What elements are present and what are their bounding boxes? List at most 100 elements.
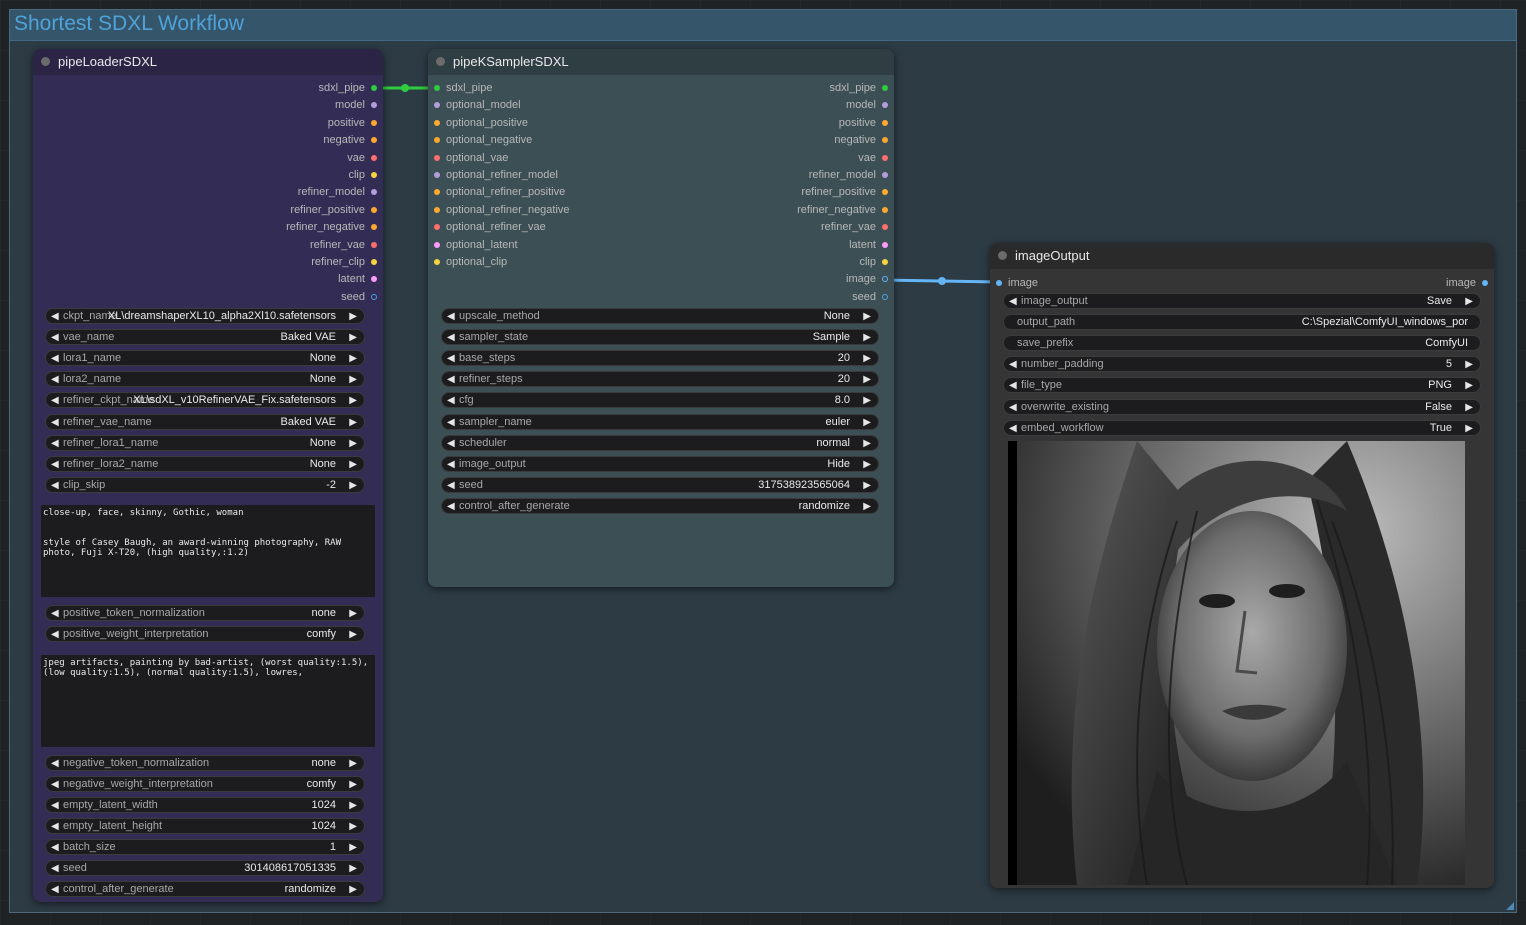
decrement-arrow-icon[interactable]: ◀ <box>51 840 59 855</box>
slot-connector-icon[interactable] <box>882 154 888 161</box>
input-slot-optional-vae[interactable]: optional_vae <box>434 150 646 167</box>
widget-lora2-name[interactable]: ◀ lora2_name None ▶ <box>45 371 365 388</box>
decrement-arrow-icon[interactable]: ◀ <box>1009 294 1017 309</box>
decrement-arrow-icon[interactable]: ◀ <box>51 436 59 451</box>
increment-arrow-icon[interactable]: ▶ <box>349 436 357 451</box>
widget-positive-weight-interpretation[interactable]: ◀ positive_weight_interpretation comfy ▶ <box>45 626 365 642</box>
output-slot-vae[interactable]: vae <box>93 150 377 167</box>
collapse-dot-icon[interactable] <box>998 251 1007 260</box>
widget-batch-size[interactable]: ◀ batch_size 1 ▶ <box>45 839 365 855</box>
increment-arrow-icon[interactable]: ▶ <box>863 499 871 514</box>
widget-positive-token-normalization[interactable]: ◀ positive_token_normalization none ▶ <box>45 605 365 621</box>
node-pipe-loader-sdxl[interactable]: pipeLoaderSDXL sdxl_pipe model positive neg… <box>33 49 383 902</box>
input-slot-sdxl-pipe[interactable]: sdxl_pipe <box>434 80 646 97</box>
decrement-arrow-icon[interactable]: ◀ <box>447 351 455 366</box>
decrement-arrow-icon[interactable]: ◀ <box>1009 400 1017 415</box>
decrement-arrow-icon[interactable]: ◀ <box>51 882 59 897</box>
output-slot-refiner-vae[interactable]: refiner_vae <box>93 237 377 254</box>
widget-image-output[interactable]: ◀ image_output Save ▶ <box>1003 293 1481 309</box>
widget-upscale-method[interactable]: ◀ upscale_method None ▶ <box>441 308 879 324</box>
output-slot-latent[interactable]: latent <box>93 271 377 288</box>
increment-arrow-icon[interactable]: ▶ <box>1465 357 1473 372</box>
slot-connector-icon[interactable] <box>882 241 888 248</box>
slot-connector-icon[interactable] <box>371 154 377 161</box>
slot-connector-icon[interactable] <box>882 85 888 91</box>
widget-refiner-vae-name[interactable]: ◀ refiner_vae_name Baked VAE ▶ <box>45 413 365 430</box>
output-slot-refiner-clip[interactable]: refiner_clip <box>93 254 377 271</box>
decrement-arrow-icon[interactable]: ◀ <box>51 777 59 792</box>
input-slot-optional-negative[interactable]: optional_negative <box>434 132 646 149</box>
output-slot-model[interactable]: model <box>93 97 377 114</box>
decrement-arrow-icon[interactable]: ◀ <box>447 330 455 345</box>
output-slot-latent[interactable]: latent <box>628 237 888 254</box>
increment-arrow-icon[interactable]: ▶ <box>1465 400 1473 415</box>
widget-control-after-generate[interactable]: ◀ control_after_generate randomize ▶ <box>45 881 365 897</box>
collapse-dot-icon[interactable] <box>436 57 445 66</box>
widget-clip-skip[interactable]: ◀ clip_skip -2 ▶ <box>45 476 365 493</box>
increment-arrow-icon[interactable]: ▶ <box>863 393 871 408</box>
widget-empty-latent-height[interactable]: ◀ empty_latent_height 1024 ▶ <box>45 818 365 834</box>
preview-image[interactable] <box>1017 441 1465 885</box>
decrement-arrow-icon[interactable]: ◀ <box>1009 357 1017 372</box>
increment-arrow-icon[interactable]: ▶ <box>863 351 871 366</box>
output-slot-refiner-negative[interactable]: refiner_negative <box>628 202 888 219</box>
output-slot-negative[interactable]: negative <box>93 132 377 149</box>
widget-seed[interactable]: ◀ seed 317538923565064 ▶ <box>441 476 879 493</box>
decrement-arrow-icon[interactable]: ◀ <box>51 415 59 430</box>
decrement-arrow-icon[interactable]: ◀ <box>447 309 455 324</box>
widget-negative-token-normalization[interactable]: ◀ negative_token_normalization none ▶ <box>45 755 365 771</box>
widget-save-prefix[interactable]: save_prefix ComfyUI <box>1003 335 1481 352</box>
slot-connector-icon[interactable] <box>434 259 440 265</box>
input-slot-optional-refiner-vae[interactable]: optional_refiner_vae <box>434 219 646 236</box>
increment-arrow-icon[interactable]: ▶ <box>863 436 871 451</box>
widget-lora1-name[interactable]: ◀ lora1_name None ▶ <box>45 350 365 367</box>
increment-arrow-icon[interactable]: ▶ <box>349 309 357 324</box>
increment-arrow-icon[interactable]: ▶ <box>863 478 871 493</box>
node-header[interactable]: pipeKSamplerSDXL <box>428 49 894 75</box>
slot-connector-icon[interactable] <box>434 172 440 178</box>
output-slot-seed[interactable]: seed <box>93 289 377 306</box>
output-slot-refiner-model[interactable]: refiner_model <box>93 184 377 201</box>
decrement-arrow-icon[interactable]: ◀ <box>1009 378 1017 393</box>
widget-vae-name[interactable]: ◀ vae_name Baked VAE ▶ <box>45 329 365 346</box>
increment-arrow-icon[interactable]: ▶ <box>349 372 357 387</box>
slot-connector-icon[interactable] <box>434 119 440 126</box>
decrement-arrow-icon[interactable]: ◀ <box>51 819 59 834</box>
output-slot-image[interactable]: image <box>628 271 888 288</box>
increment-arrow-icon[interactable]: ▶ <box>1465 421 1473 436</box>
node-header[interactable]: imageOutput <box>990 243 1494 269</box>
slot-connector-icon[interactable] <box>882 119 888 126</box>
widget-seed[interactable]: ◀ seed 301408617051335 ▶ <box>45 860 365 876</box>
output-slot-clip[interactable]: clip <box>628 254 888 271</box>
widget-output-path[interactable]: output_path C:\Spezial\ComfyUI_windows_po… <box>1003 314 1481 331</box>
slot-connector-icon[interactable] <box>882 259 888 265</box>
increment-arrow-icon[interactable]: ▶ <box>349 457 357 472</box>
decrement-arrow-icon[interactable]: ◀ <box>51 351 59 366</box>
widget-refiner-lora2-name[interactable]: ◀ refiner_lora2_name None ▶ <box>45 455 365 472</box>
decrement-arrow-icon[interactable]: ◀ <box>51 627 59 642</box>
increment-arrow-icon[interactable]: ▶ <box>349 627 357 642</box>
slot-connector-icon[interactable] <box>434 154 440 161</box>
widget-base-steps[interactable]: ◀ base_steps 20 ▶ <box>441 350 879 367</box>
increment-arrow-icon[interactable]: ▶ <box>349 478 357 493</box>
widget-refiner-ckpt-name[interactable]: ◀ refiner_ckpt_name XL\sdXL_v10RefinerVAE_… <box>45 392 365 409</box>
decrement-arrow-icon[interactable]: ◀ <box>51 457 59 472</box>
group-resize-handle[interactable] <box>1506 902 1514 910</box>
increment-arrow-icon[interactable]: ▶ <box>349 777 357 792</box>
input-slot-optional-latent[interactable]: optional_latent <box>434 237 646 254</box>
input-slot-optional-refiner-negative[interactable]: optional_refiner_negative <box>434 202 646 219</box>
widget-ckpt-name[interactable]: ◀ ckpt_name XL\dreamshaperXL10_alpha2Xl10.… <box>45 308 365 324</box>
decrement-arrow-icon[interactable]: ◀ <box>51 372 59 387</box>
slot-connector-icon[interactable] <box>371 259 377 265</box>
output-slot-clip[interactable]: clip <box>93 167 377 184</box>
decrement-arrow-icon[interactable]: ◀ <box>447 478 455 493</box>
increment-arrow-icon[interactable]: ▶ <box>863 372 871 387</box>
increment-arrow-icon[interactable]: ▶ <box>1465 378 1473 393</box>
decrement-arrow-icon[interactable]: ◀ <box>447 499 455 514</box>
increment-arrow-icon[interactable]: ▶ <box>349 415 357 430</box>
decrement-arrow-icon[interactable]: ◀ <box>51 798 59 813</box>
increment-arrow-icon[interactable]: ▶ <box>349 756 357 771</box>
widget-overwrite-existing[interactable]: ◀ overwrite_existing False ▶ <box>1003 398 1481 415</box>
positive-prompt-textarea[interactable]: close-up, face, skinny, Gothic, woman st… <box>41 505 375 597</box>
increment-arrow-icon[interactable]: ▶ <box>349 393 357 408</box>
